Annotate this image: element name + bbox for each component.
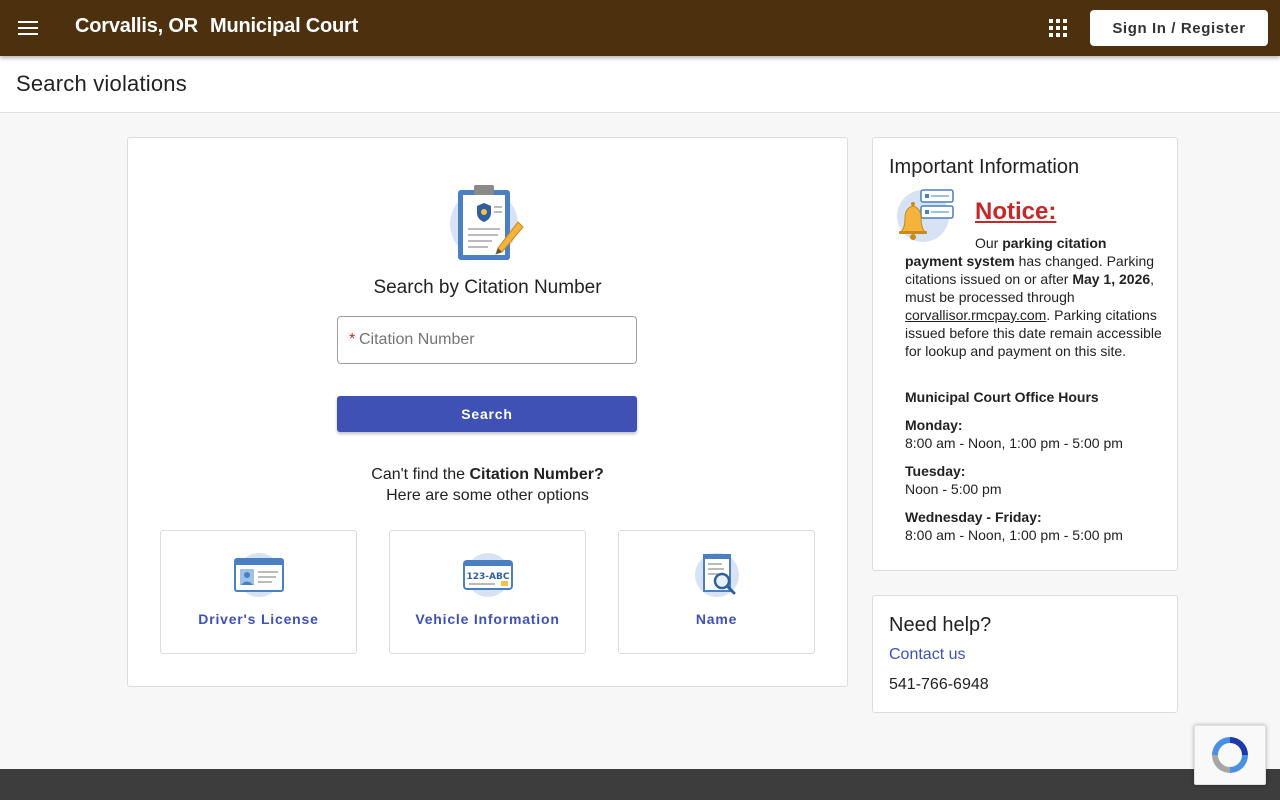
- phone-number: 541-766-6948: [889, 676, 989, 693]
- notice-heading: Notice:: [975, 198, 1057, 225]
- hours-time: Noon - 5:00 pm: [905, 481, 1002, 497]
- sign-in-register-button[interactable]: Sign In / Register: [1090, 10, 1268, 46]
- hours-time: 8:00 am - Noon, 1:00 pm - 5:00 pm: [905, 435, 1123, 451]
- hours-day: Tuesday:: [905, 463, 966, 479]
- plate-text: 123-ABC: [467, 572, 510, 582]
- search-button[interactable]: Search: [337, 396, 637, 432]
- option-label: Name: [695, 611, 738, 627]
- menu-icon[interactable]: [12, 12, 44, 44]
- cant-find-bold: Citation Number?: [469, 466, 604, 483]
- citation-number-input[interactable]: [359, 317, 629, 363]
- site-brand[interactable]: Corvallis, OR Municipal Court: [75, 15, 358, 38]
- license-plate-icon: 123-ABC: [463, 553, 513, 597]
- name-option[interactable]: Name: [618, 530, 815, 654]
- vehicle-information-option[interactable]: 123-ABC Vehicle Information: [389, 530, 586, 654]
- hours-day: Monday:: [905, 417, 963, 433]
- other-options-line: Here are some other options: [386, 487, 589, 504]
- help-title: Need help?: [889, 614, 992, 636]
- notice-text-part: Our: [975, 235, 1003, 251]
- page-footer: [0, 769, 1280, 800]
- option-label: Vehicle Information: [415, 611, 560, 627]
- clipboard-badge-icon: [450, 185, 524, 260]
- cant-find-prefix: Can't find the: [371, 466, 470, 483]
- hours-monday: Monday: 8:00 am - Noon, 1:00 pm - 5:00 p…: [905, 416, 1167, 452]
- need-help-card: Need help? Contact us 541-766-6948: [872, 595, 1178, 713]
- notice-date: May 1, 2026: [1072, 271, 1151, 287]
- id-card-icon: [234, 553, 284, 597]
- office-hours-title: Municipal Court Office Hours: [905, 389, 1099, 405]
- brand-court: Municipal Court: [210, 15, 359, 37]
- contact-us-link[interactable]: Contact us: [889, 646, 965, 664]
- hours-wednesday-friday: Wednesday - Friday: 8:00 am - Noon, 1:00…: [905, 508, 1167, 544]
- recaptcha-icon: [1212, 737, 1248, 773]
- apps-grid-icon[interactable]: [1044, 14, 1072, 42]
- brand-city: Corvallis, OR: [75, 15, 198, 37]
- recaptcha-badge[interactable]: [1194, 725, 1266, 785]
- other-options-text: Can't find the Citation Number? Here are…: [128, 464, 847, 506]
- app-header: Corvallis, OR Municipal Court Sign In / R…: [0, 0, 1280, 56]
- info-title: Important Information: [889, 156, 1080, 178]
- hours-tuesday: Tuesday: Noon - 5:00 pm: [905, 462, 1167, 498]
- page-title-bar: Search violations: [0, 56, 1280, 113]
- option-label: Driver's License: [198, 611, 319, 627]
- page-title: Search violations: [16, 71, 187, 96]
- document-search-icon: [695, 553, 739, 597]
- important-information-card: Important Information Notice: Our parkin…: [872, 137, 1178, 571]
- notice-text: Our parking citation payment system has …: [905, 234, 1167, 360]
- citation-number-field[interactable]: *: [337, 316, 637, 364]
- required-marker: *: [349, 331, 356, 348]
- search-heading: Search by Citation Number: [373, 277, 602, 298]
- drivers-license-option[interactable]: Driver's License: [160, 530, 357, 654]
- rmcpay-link[interactable]: corvallisor.rmcpay.com: [905, 307, 1046, 323]
- hours-time: 8:00 am - Noon, 1:00 pm - 5:00 pm: [905, 527, 1123, 543]
- citation-search-card: Search by Citation Number * Search Can't…: [127, 137, 848, 687]
- hours-day: Wednesday - Friday:: [905, 509, 1042, 525]
